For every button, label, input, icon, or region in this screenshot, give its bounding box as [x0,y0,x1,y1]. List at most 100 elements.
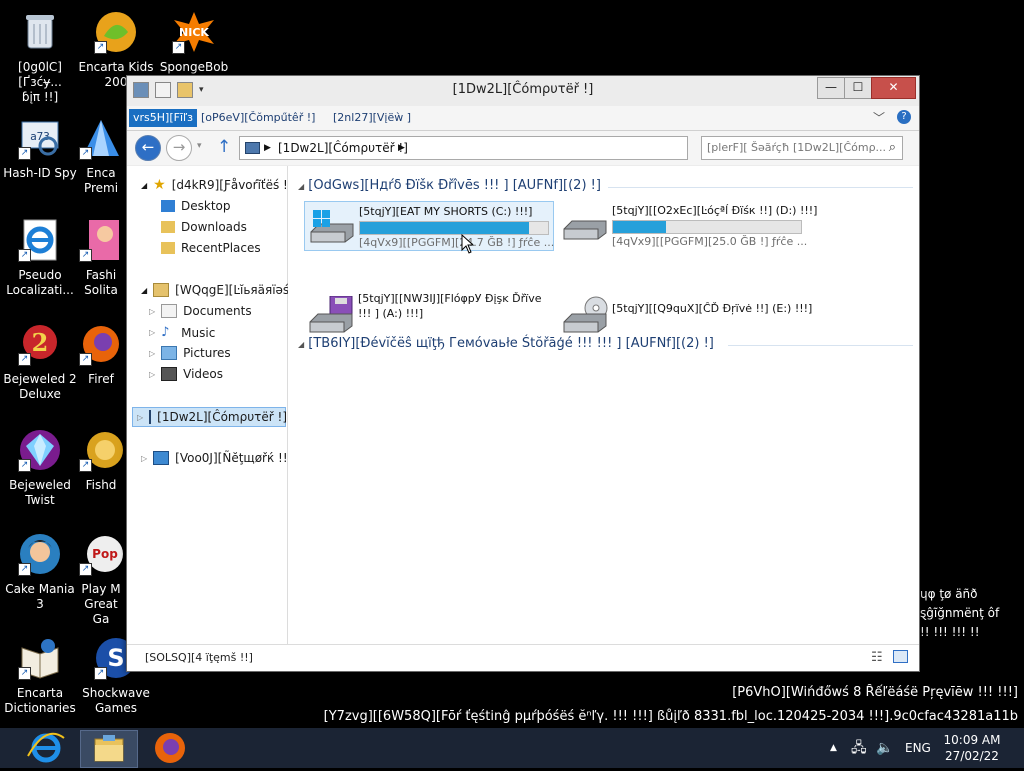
file-explorer-icon [94,735,124,762]
search-box[interactable]: [plerF][ Šəãŕçħ [1Dw2L][Ĉómρ... ⌕ [701,136,903,160]
desktop-icon-bejeweled-twist[interactable]: ↗ Bejeweled Twist [0,424,80,508]
nav-label: [Voo0J][Ñĕţщøřќ !!] [175,451,293,465]
input-language[interactable]: ENG [905,728,931,768]
expanded-arrow-icon: ◢ [141,180,148,190]
drive-name: [5tqjY][EAT MY SHORTS (C:) !!!] [359,205,533,218]
nav-libraries[interactable]: ◢ [WQqgE][Ŀĭьяäяïəś !!] [141,283,307,297]
nav-label: Music [181,325,216,340]
mouse-cursor-icon [461,233,475,258]
nav-label: Downloads [181,220,247,234]
nav-computer[interactable]: ▷ [1Dw2L][Ĉómρυτëř !] [132,407,288,427]
group-title: [OdGws][Hдŕδ Ðïšк Ðřîvēѕ !!! ] [AUFNf][(… [308,178,601,193]
minimize-button[interactable]: — [817,77,845,99]
computer-icon [245,142,260,154]
group-header-hard-disks[interactable]: ◢ [OdGws][Hдŕδ Ðïšк Ðřîvēѕ !!! ] [AUFNf]… [298,178,601,193]
drive-free-space: [4qVx9][[PGGFM][25.0 ĞB !] ƒŕĉe ... [612,235,808,248]
nav-network[interactable]: ▷ [Voo0J][Ñĕţщøřќ !!] [141,451,292,465]
up-arrow-icon[interactable]: ↑ [217,137,231,157]
breadcrumb[interactable]: [1Dw2L][Ĉómρυτëř !] [278,137,408,159]
taskbar-firefox[interactable] [142,730,198,766]
desktop: { "desktop": { "icons": [ {"label": "[0g… [0,0,1024,768]
background-text-line: !! !!! !!! !! [920,625,980,639]
background-text-line: ȿĝĩğnmënţ ôf [920,606,1000,620]
drive-d-tile[interactable]: [5tqjY][[O2xEc][Ŀóçªĺ Ðïśк !!] (D:) !!!]… [558,201,817,249]
nav-downloads[interactable]: Downloads [161,220,247,234]
taskbar-internet-explorer[interactable] [18,730,74,766]
desktop-icon-fishdom[interactable]: ↗ Fishd [76,424,126,493]
shortcut-arrow-icon: ↗ [18,459,31,472]
clock[interactable]: 10:09 AM 27/02/22 [940,732,1004,764]
drive-a-tile[interactable]: [5tqjY][[NW3IJ][FlóφрУ Ðįşĸ Ďřïve !!! ] … [304,288,552,336]
details-view-icon[interactable]: ☷ [871,650,883,665]
desktop-icon-recycle-bin[interactable]: [0g0lC][Ґзćɏ... ɓįπ !!] [0,6,80,105]
desktop-icon-spongebob[interactable]: NICK ↗ SpongeBob [154,6,234,75]
search-input[interactable]: [plerF][ Šəãŕçħ [1Dw2L][Ĉómρ... [707,137,886,159]
spongebob-icon: NICK ↗ [172,10,216,54]
volume-icon[interactable]: 🔈 [876,728,893,768]
floppy-drive-icon [308,295,354,333]
cd-drive-icon [562,296,608,333]
drive-e-tile[interactable]: [5tqjY][[Q9quX][ĈĎ Ðŗïvė !!] (E:) !!!] [558,288,812,336]
desktop-icon-pseudo-localization[interactable]: ↗ Pseudo Localizati... [0,214,80,298]
tab-computer[interactable]: [oP6eV][Čŏmpűtêř !] [197,109,319,127]
nav-label: Documents [183,304,252,318]
title-bar[interactable]: ▾ [1Dw2L][Ĉómρυτëř !] — ☐ ✕ [127,76,919,104]
nav-music[interactable]: ▷ ♪ Music [149,325,215,340]
fashion-solitaire-icon: ↗ [79,218,123,262]
desktop-icon-cake-mania[interactable]: ↗ Cake Mania 3 [0,528,80,612]
desktop-icon-firefox[interactable]: ↗ Firef [76,318,126,387]
nav-documents[interactable]: ▷ Documents [149,304,252,318]
show-hidden-icons-icon[interactable]: ▲ [830,728,837,768]
address-toolbar: ← → ▾ ↑ ▶ [1Dw2L][Ĉómρυτëř !] ▶ ⌄ ↻ [ple… [127,131,919,165]
collapsed-arrow-icon: ▷ [149,348,156,358]
firefox-icon [155,733,185,763]
close-button[interactable]: ✕ [871,77,916,99]
breadcrumb-separator-icon: ▶ [264,143,271,153]
music-icon: ♪ [161,325,170,340]
build-watermark-line-1: [P6VhO][Wińđőwś 8 Ȓếľëáśë Pŗęvīēw !!! !!… [732,685,1018,700]
bejeweled-2-icon: 2 ↗ [18,322,62,366]
encarta-premium-icon: ↗ [79,116,123,160]
fishdom-icon: ↗ [79,428,123,472]
drive-c-tile[interactable]: [5tqjY][EAT MY SHORTS (C:) !!!] [4qVx9][… [304,201,554,251]
recent-locations-icon[interactable]: ▾ [197,141,202,151]
desktop-icon-bejeweled-2[interactable]: 2 ↗ Bejeweled 2 Deluxe [0,318,80,402]
forward-button[interactable]: → [166,135,192,161]
nav-label: Pictures [183,346,231,360]
network-status-icon[interactable]: 🖧 [851,728,867,768]
taskbar-file-explorer[interactable] [80,730,138,768]
desktop-icon-label: Bejeweled 2 Deluxe [3,372,77,401]
svg-text:2: 2 [32,328,49,357]
nav-desktop[interactable]: Desktop [161,199,231,213]
encarta-dictionaries-icon: ↗ [18,636,62,680]
tab-file[interactable]: vrs5H][Fīľз [129,109,197,127]
help-icon[interactable]: ? [897,110,911,124]
clock-date: 27/02/22 [945,749,999,763]
internet-explorer-icon: ↗ [18,218,62,262]
chevron-down-icon[interactable]: ﹀ [873,109,885,126]
nav-favorites[interactable]: ◢ ★ [d4kR9][Ƒåvοŕĩťëś !!] [141,177,297,193]
nav-recent-places[interactable]: RecentPlaces [161,241,261,255]
desktop-icon-hash-id-spy[interactable]: a73 ↗ Hash-ID Spy [0,112,80,181]
collapsed-arrow-icon: ▷ [149,306,156,316]
back-button[interactable]: ← [135,135,161,161]
tiles-view-icon[interactable] [893,650,908,663]
desktop-icon-label: Bejeweled Twist [9,478,71,507]
explorer-window: ▾ [1Dw2L][Ĉómρυτëř !] — ☐ ✕ vrs5H][Fīľз … [126,75,920,672]
maximize-button[interactable]: ☐ [844,77,872,99]
desktop-icon-encarta-dictionaries[interactable]: ↗ Encarta Dictionaries [0,632,80,716]
desktop-icon-fashion-solitaire[interactable]: ↗ Fashi Solita [76,214,126,298]
desktop-icon-encarta-premium[interactable]: ↗ Enca Premi [76,112,126,196]
taskbar: ▲ 🖧 🔈 ENG 10:09 AM 27/02/22 [0,728,1024,768]
drive-usage-fill [360,222,530,234]
desktop-icon-label: Firef [88,372,114,386]
nav-videos[interactable]: ▷ Videos [149,367,223,381]
nav-label: [1Dw2L][Ĉómρυτëř !] [157,410,288,424]
address-bar[interactable]: ▶ [1Dw2L][Ĉómρυτëř !] ▶ ⌄ ↻ [239,136,792,160]
tab-view[interactable]: [2nl27][Vįëẁ ] [329,109,415,127]
nav-pictures[interactable]: ▷ Pictures [149,346,231,360]
desktop-icon-play-more-games[interactable]: Pop ↗ Play M Great Ga [76,528,126,627]
group-header-removable[interactable]: ◢ [TB6IY][Ðévĭčёŝ щïţђ Гемóvaьłe Śtŏřāģé… [298,336,714,351]
drive-usage-fill [613,221,666,233]
collapsed-arrow-icon: ▷ [149,369,156,379]
